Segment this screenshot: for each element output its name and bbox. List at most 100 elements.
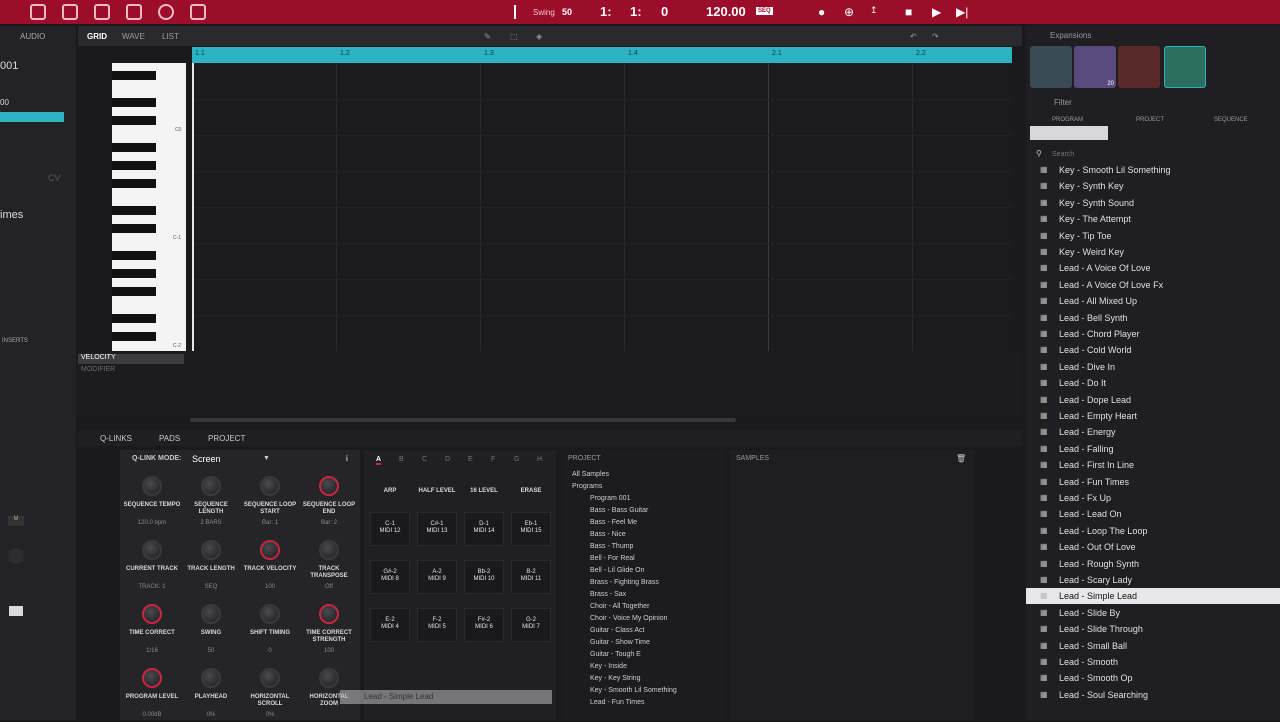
pan-knob[interactable] bbox=[8, 548, 24, 564]
velocity-label[interactable]: VELOCITY bbox=[78, 354, 184, 364]
info-icon[interactable]: i bbox=[346, 454, 348, 463]
browser-icon[interactable] bbox=[30, 4, 46, 20]
qlink-knob[interactable] bbox=[201, 476, 221, 496]
pad[interactable]: G-2 MIDI 7 bbox=[511, 608, 551, 642]
pad-bank-b[interactable]: B bbox=[399, 456, 404, 463]
pad[interactable]: C-1 MIDI 12 bbox=[370, 512, 410, 546]
metronome-icon[interactable] bbox=[514, 5, 516, 19]
pad[interactable]: C#-1 MIDI 13 bbox=[417, 512, 457, 546]
pad[interactable]: G#-2 MIDI 8 bbox=[370, 560, 410, 594]
edit-icon[interactable] bbox=[62, 4, 78, 20]
record-icon[interactable]: ● bbox=[818, 5, 825, 19]
play-start-icon[interactable]: ▶| bbox=[956, 5, 968, 19]
qlink-knob[interactable] bbox=[142, 540, 162, 560]
tab-grid[interactable]: GRID bbox=[87, 32, 107, 41]
qlink-knob[interactable] bbox=[319, 604, 339, 624]
project-item[interactable]: All Samples bbox=[572, 471, 609, 478]
pad-mode-button[interactable]: HALF LEVEL bbox=[417, 488, 457, 494]
expansions-label[interactable]: Expansions bbox=[1050, 31, 1091, 40]
pad[interactable]: A-2 MIDI 9 bbox=[417, 560, 457, 594]
qlink-knob[interactable] bbox=[319, 540, 339, 560]
qlink-knob[interactable] bbox=[201, 668, 221, 688]
stop-icon[interactable]: ■ bbox=[905, 5, 912, 19]
list-item[interactable]: ▦ Lead - Empty Heart bbox=[1026, 408, 1280, 424]
modifier-label[interactable]: MODIFIER bbox=[78, 366, 115, 373]
pad[interactable]: Bb-2 MIDI 10 bbox=[464, 560, 504, 594]
undo-icon[interactable]: ↶ bbox=[910, 32, 917, 41]
redo-icon[interactable]: ↷ bbox=[932, 32, 939, 41]
track-value[interactable]: 00 bbox=[0, 98, 74, 107]
qlink-knob[interactable] bbox=[260, 668, 280, 688]
menu-icon[interactable] bbox=[190, 4, 206, 20]
position-bar[interactable]: 1: bbox=[600, 4, 612, 19]
pad-mode-button[interactable]: ARP bbox=[370, 488, 410, 494]
pad-mode-button[interactable]: 16 LEVEL bbox=[464, 488, 504, 494]
list-item[interactable]: ▦ Lead - A Voice Of Love Fx bbox=[1026, 277, 1280, 293]
list-item[interactable]: ▦ Key - Tip Toe bbox=[1026, 228, 1280, 244]
pad-bank-g[interactable]: G bbox=[514, 456, 519, 463]
black-key[interactable] bbox=[112, 179, 156, 188]
pad[interactable]: E-2 MIDI 4 bbox=[370, 608, 410, 642]
pencil-icon[interactable]: ✎ bbox=[484, 32, 491, 41]
qlink-knob[interactable] bbox=[260, 604, 280, 624]
tab-qlinks[interactable]: Q-LINKS bbox=[100, 434, 132, 443]
black-key[interactable] bbox=[112, 269, 156, 278]
expansion-thumb[interactable] bbox=[1118, 46, 1160, 88]
project-item[interactable]: Guitar - Show Time bbox=[590, 639, 650, 646]
tab-pads[interactable]: PADS bbox=[159, 434, 180, 443]
project-item[interactable]: Choir - All Together bbox=[590, 603, 649, 610]
play-icon[interactable]: ▶ bbox=[932, 5, 941, 19]
list-item[interactable]: ▦ Lead - Dive In bbox=[1026, 359, 1280, 375]
qlink-knob[interactable] bbox=[142, 668, 162, 688]
link-button[interactable] bbox=[0, 112, 64, 122]
search-input[interactable]: Search bbox=[1052, 151, 1272, 158]
filter-sequence[interactable]: SEQUENCE bbox=[1214, 117, 1248, 123]
black-key[interactable] bbox=[112, 332, 156, 341]
black-key[interactable] bbox=[112, 314, 156, 323]
project-item[interactable]: Brass - Fighting Brass bbox=[590, 579, 659, 586]
mute-button[interactable]: M bbox=[8, 516, 24, 526]
bpm-badge[interactable]: SEQ bbox=[756, 7, 773, 15]
mixer-icon[interactable] bbox=[94, 4, 110, 20]
list-item[interactable]: ▦ Lead - Fun Times bbox=[1026, 474, 1280, 490]
pad-bank-f[interactable]: F bbox=[491, 456, 495, 463]
project-item[interactable]: Programs bbox=[572, 483, 602, 490]
black-key[interactable] bbox=[112, 206, 156, 215]
qlink-knob[interactable] bbox=[142, 604, 162, 624]
horizontal-scrollbar[interactable] bbox=[190, 418, 736, 422]
list-item[interactable]: ▦ Key - Synth Key bbox=[1026, 178, 1280, 194]
project-item[interactable]: Bass - Feel Me bbox=[590, 519, 637, 526]
tab-list[interactable]: LIST bbox=[162, 32, 179, 41]
black-key[interactable] bbox=[112, 98, 156, 107]
select-icon[interactable]: ⬚ bbox=[510, 32, 518, 41]
pad-bank-a[interactable]: A bbox=[376, 456, 382, 465]
list-item[interactable]: ▦ Lead - First In Line bbox=[1026, 457, 1280, 473]
qlink-mode-select[interactable]: Screen bbox=[192, 454, 272, 464]
chevron-down-icon[interactable]: ▼ bbox=[263, 455, 270, 462]
note-grid[interactable] bbox=[192, 63, 1012, 351]
list-item[interactable]: ▦ Key - Weird Key bbox=[1026, 244, 1280, 260]
expansion-thumb[interactable] bbox=[1030, 46, 1072, 88]
list-item[interactable]: ▦ Lead - Falling bbox=[1026, 441, 1280, 457]
project-item[interactable]: Bass - Bass Guitar bbox=[590, 507, 648, 514]
black-key[interactable] bbox=[112, 251, 156, 260]
pad-bank-c[interactable]: C bbox=[422, 456, 427, 463]
project-item[interactable]: Bass - Thump bbox=[590, 543, 633, 550]
pad[interactable]: Eb-1 MIDI 15 bbox=[511, 512, 551, 546]
qlink-knob[interactable] bbox=[260, 540, 280, 560]
list-item[interactable]: ▦ Lead - Dope Lead bbox=[1026, 392, 1280, 408]
filter-program[interactable]: PROGRAM bbox=[1052, 117, 1083, 123]
list-item[interactable]: ▦ Lead - Smooth bbox=[1026, 654, 1280, 670]
filter-label[interactable]: Filter bbox=[1054, 98, 1072, 107]
settings-icon[interactable] bbox=[126, 4, 142, 20]
list-item[interactable]: ▦ Lead - Chord Player bbox=[1026, 326, 1280, 342]
playhead[interactable] bbox=[192, 63, 194, 351]
project-item[interactable]: Bell - Lil Glide On bbox=[590, 567, 644, 574]
trash-icon[interactable]: 🗑 bbox=[956, 454, 966, 463]
list-item[interactable]: ▦ Lead - Energy bbox=[1026, 424, 1280, 440]
list-item[interactable]: ▦ Lead - Rough Synth bbox=[1026, 556, 1280, 572]
swing-value[interactable]: 50 bbox=[562, 7, 572, 17]
bpm-value[interactable]: 120.00 bbox=[706, 4, 746, 19]
auto-icon[interactable]: ↥ bbox=[870, 5, 878, 16]
list-item[interactable]: ▦ Lead - Bell Synth bbox=[1026, 310, 1280, 326]
